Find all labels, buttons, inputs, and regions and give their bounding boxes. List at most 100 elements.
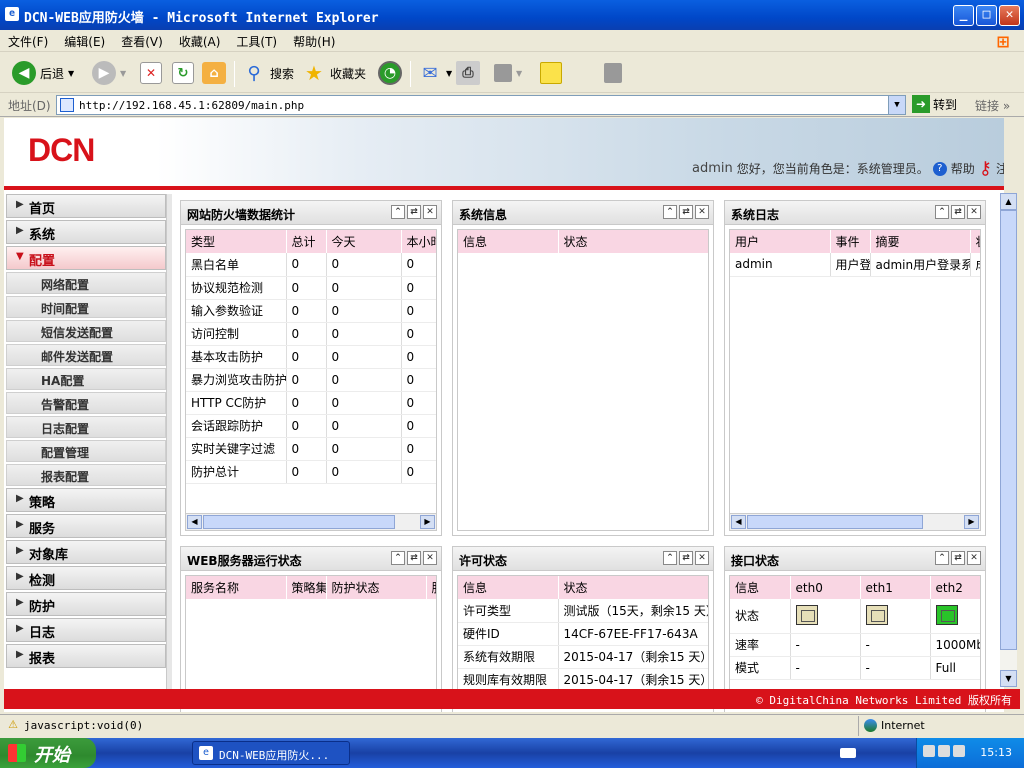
volume-icon[interactable] [953,745,965,757]
horizontal-scrollbar[interactable]: ◀ ▶ [730,513,980,530]
close-icon[interactable]: ✕ [967,205,981,219]
edit-button[interactable]: ▼ [494,59,522,87]
close-icon[interactable]: ✕ [423,205,437,219]
sidebar-item-objects[interactable]: ▶ 对象库 [6,540,166,564]
menu-help[interactable]: 帮助(H) [285,30,343,50]
history-button[interactable]: ◔ [378,59,402,87]
mail-dropdown-icon[interactable]: ▼ [446,69,452,78]
scroll-down-icon[interactable]: ▼ [1000,670,1017,687]
maximize-button[interactable]: □ [976,5,997,26]
close-icon[interactable]: ✕ [423,551,437,565]
collapse-icon[interactable]: ⌃ [391,551,405,565]
sidebar-subitem-network[interactable]: 网络配置 [6,272,166,294]
collapse-icon[interactable]: ⌃ [935,551,949,565]
sidebar-subitem-sms[interactable]: 短信发送配置 [6,320,166,342]
window-titlebar[interactable]: e DCN-WEB应用防火墙 - Microsoft Internet Expl… [0,0,1024,30]
stop-button[interactable]: ✕ [140,59,162,87]
collapse-icon[interactable]: ⌃ [391,205,405,219]
vertical-scrollbar[interactable]: ▲ ▼ [1000,193,1017,687]
sidebar-item-service[interactable]: ▶ 服务 [6,514,166,538]
scroll-left-icon[interactable]: ◀ [731,515,746,529]
scroll-thumb[interactable] [203,515,395,529]
menu-view[interactable]: 查看(V) [113,30,171,50]
network-icon[interactable] [923,745,935,757]
close-icon[interactable]: ✕ [695,205,709,219]
forward-button[interactable]: ▶ ▼ [92,59,126,87]
refresh-icon[interactable]: ⇄ [679,551,693,565]
favorites-button[interactable]: ★ 收藏夹 [302,59,366,87]
help-link[interactable]: 帮助 [951,160,975,177]
menu-tools[interactable]: 工具(T) [228,30,285,50]
horizontal-scrollbar[interactable]: ◀ ▶ [186,513,436,530]
collapse-icon[interactable]: ⌃ [935,205,949,219]
sidebar-subitem-alert[interactable]: 告警配置 [6,392,166,414]
edit-dropdown-icon[interactable]: ▼ [516,69,522,78]
sidebar-subitem-manage[interactable]: 配置管理 [6,440,166,462]
refresh-icon[interactable]: ⇄ [407,551,421,565]
scroll-thumb[interactable] [1000,210,1017,650]
sidebar-subitem-report[interactable]: 报表配置 [6,464,166,486]
sidebar-subitem-ha[interactable]: HA配置 [6,368,166,390]
print-button[interactable]: ⎙ [456,59,480,87]
triangle-right-icon: ▶ [16,623,24,634]
scroll-thumb[interactable] [747,515,923,529]
logout-link[interactable]: 注销 [996,160,1004,177]
collapse-icon[interactable]: ⌃ [663,551,677,565]
sidebar-subitem-log[interactable]: 日志配置 [6,416,166,438]
scroll-left-icon[interactable]: ◀ [187,515,202,529]
collapse-icon[interactable]: ⌃ [663,205,677,219]
help-icon[interactable]: ? [932,161,947,176]
menu-file[interactable]: 文件(F) [0,30,56,50]
close-button[interactable]: ✕ [999,5,1020,26]
panel-header: 网站防火墙数据统计 ⌃ ⇄ ✕ [181,201,441,225]
refresh-icon[interactable]: ⇄ [679,205,693,219]
taskbar-item-ie[interactable]: e DCN-WEB应用防火... [192,741,350,765]
sidebar-splitter[interactable] [166,194,172,694]
scroll-right-icon[interactable]: ▶ [964,515,979,529]
mail-button[interactable]: ✉ ▼ [418,59,452,87]
forward-dropdown-icon[interactable]: ▼ [120,69,126,78]
url-dropdown-icon[interactable]: ▼ [888,96,905,114]
search-button[interactable]: ⚲ 搜索 [242,59,294,87]
home-icon: ⌂ [202,62,226,84]
clock[interactable]: 15:13 [980,746,1012,759]
messenger-button[interactable] [604,59,622,87]
sidebar-item-home[interactable]: ▶ 首页 [6,194,166,218]
sidebar-item-detect[interactable]: ▶ 检测 [6,566,166,590]
refresh-icon[interactable]: ⇄ [951,551,965,565]
links-button[interactable]: 链接 » [975,97,1010,114]
key-icon[interactable]: ⚷ [979,158,992,179]
url-input[interactable]: http://192.168.45.1:62809/main.php ▼ [56,95,906,115]
refresh-icon[interactable]: ⇄ [407,205,421,219]
ethernet-port-icon [795,605,818,626]
sidebar-item-protect[interactable]: ▶ 防护 [6,592,166,616]
home-button[interactable]: ⌂ [202,59,226,87]
sidebar-item-label: 对象库 [29,548,69,563]
sidebar-item-system[interactable]: ▶ 系统 [6,220,166,244]
back-dropdown-icon[interactable]: ▼ [68,69,74,78]
menu-edit[interactable]: 编辑(E) [56,30,113,50]
security-icon[interactable] [938,745,950,757]
close-icon[interactable]: ✕ [695,551,709,565]
back-button[interactable]: ◀ 后退 ▼ [12,59,74,87]
col-header: eth0 [790,576,861,599]
sidebar-item-config[interactable]: ▼ 配置 [6,246,166,270]
sidebar-item-policy[interactable]: ▶ 策略 [6,488,166,512]
close-icon[interactable]: ✕ [967,551,981,565]
scroll-up-icon[interactable]: ▲ [1000,193,1017,210]
cell: 基本攻击防护 [186,345,287,369]
refresh-button[interactable]: ↻ [172,59,194,87]
sidebar-subitem-email[interactable]: 邮件发送配置 [6,344,166,366]
sidebar-subitem-time[interactable]: 时间配置 [6,296,166,318]
refresh-icon[interactable]: ⇄ [951,205,965,219]
minimize-button[interactable]: _ [953,5,974,26]
notes-button[interactable] [540,59,562,87]
cell: 用户登录 [830,253,871,277]
menu-favorites[interactable]: 收藏(A) [171,30,229,50]
sidebar-item-reports[interactable]: ▶ 报表 [6,644,166,668]
scroll-right-icon[interactable]: ▶ [420,515,435,529]
go-button[interactable]: ➜ 转到 [912,95,957,113]
sidebar-item-logs[interactable]: ▶ 日志 [6,618,166,642]
start-button[interactable]: 开始 [0,738,96,768]
keyboard-icon[interactable] [840,748,856,758]
